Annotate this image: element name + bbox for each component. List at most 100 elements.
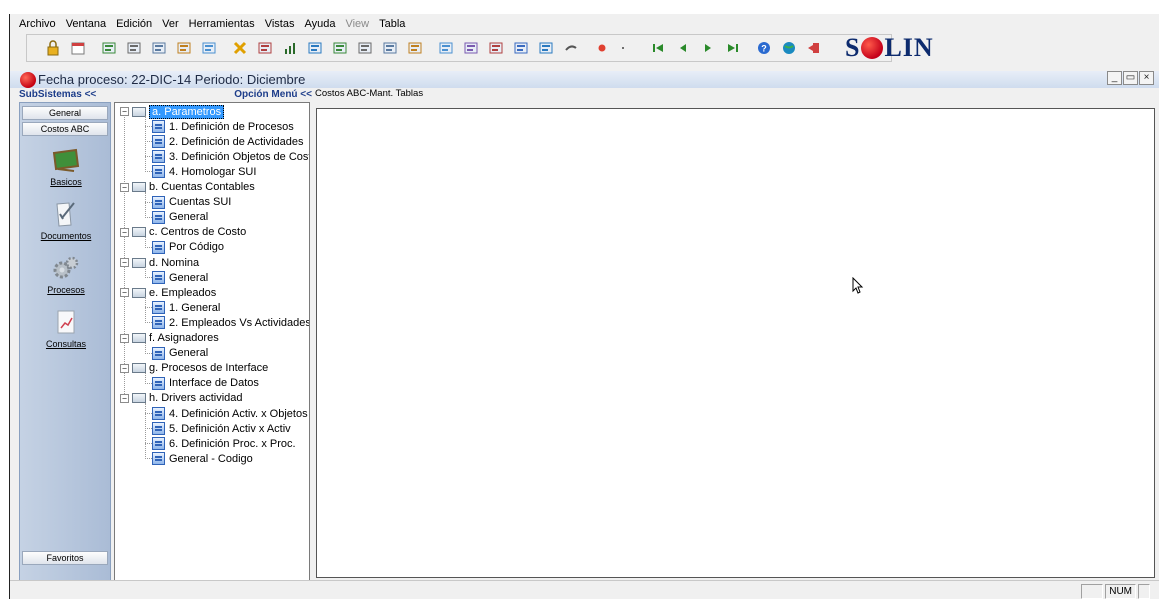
refresh-icon[interactable] <box>101 40 117 56</box>
tree-connector <box>145 322 152 324</box>
tree-leaf[interactable]: Por Código <box>152 240 224 255</box>
sidebar-button-costos-abc[interactable]: Costos ABC <box>22 122 108 136</box>
mouse-cursor-icon <box>852 277 864 294</box>
tree-group[interactable]: − a. Parametros <box>120 104 225 119</box>
save-as-icon[interactable] <box>151 40 167 56</box>
sidebar-item-documentos[interactable]: Documentos <box>20 201 112 241</box>
find-icon[interactable] <box>538 40 554 56</box>
menu-edici-n[interactable]: Edición <box>116 18 152 30</box>
minimize-button[interactable]: _ <box>1107 71 1122 85</box>
sidebar-button-general[interactable]: General <box>22 106 108 120</box>
collapse-toggle-icon[interactable]: − <box>120 107 129 116</box>
sidebar-item-label: Documentos <box>40 231 92 241</box>
tree-group[interactable]: − d. Nomina <box>120 255 199 270</box>
help-icon[interactable]: ? <box>756 40 772 56</box>
list-icon[interactable] <box>201 40 217 56</box>
collapse-toggle-icon[interactable]: − <box>120 182 129 192</box>
tree-group-label: d. Nomina <box>149 256 200 269</box>
next-icon[interactable] <box>700 40 716 56</box>
tree-group[interactable]: − g. Procesos de Interface <box>120 361 268 376</box>
restore-button[interactable]: ▭ <box>1123 71 1138 85</box>
exit-icon[interactable] <box>806 40 822 56</box>
subsistemas-toggle[interactable]: SubSistemas << <box>19 89 96 100</box>
tree-leaf[interactable]: 1. Definición de Procesos <box>152 119 294 134</box>
tree-connector <box>145 171 152 173</box>
collapse-toggle-icon[interactable]: − <box>120 258 129 267</box>
close-button[interactable]: × <box>1139 71 1154 85</box>
tree-leaf[interactable]: Cuentas SUI <box>152 195 231 210</box>
collapse-toggle-icon[interactable]: − <box>120 288 129 298</box>
folder-icon <box>132 106 146 117</box>
tree-leaf[interactable]: 2. Definición de Actividades <box>152 134 304 149</box>
form-icon <box>152 316 165 330</box>
link-icon[interactable] <box>563 40 579 56</box>
new-icon[interactable] <box>463 40 479 56</box>
menu-archivo[interactable]: Archivo <box>19 18 56 30</box>
tree-leaf-label: 2. Definición de Actividades <box>169 135 304 148</box>
tree-connector <box>145 116 146 173</box>
tree-leaf[interactable]: General - Codigo <box>152 451 253 466</box>
tree-leaf[interactable]: 4. Definición Activ. x Objetos <box>152 406 308 421</box>
tree-leaf[interactable]: 5. Definición Activ x Activ <box>152 421 291 436</box>
tree-leaf[interactable]: 2. Empleados Vs Actividades <box>152 315 309 330</box>
preview-icon[interactable] <box>438 40 454 56</box>
tree-group[interactable]: − f. Asignadores <box>120 331 219 346</box>
globe-icon[interactable] <box>781 40 797 56</box>
tree-group[interactable]: − h. Drivers actividad <box>120 391 243 406</box>
folder-icon <box>132 393 146 404</box>
lock-icon[interactable] <box>45 40 61 56</box>
tree-leaf[interactable]: Interface de Datos <box>152 376 259 391</box>
window-controls: _ ▭ × <box>1106 71 1154 85</box>
record-icon[interactable] <box>594 40 610 56</box>
collapse-toggle-icon[interactable]: − <box>120 227 129 237</box>
opcion-menu-toggle[interactable]: Opción Menú << <box>234 89 312 100</box>
tree-group[interactable]: − b. Cuentas Contables <box>120 180 255 195</box>
menu-ventana[interactable]: Ventana <box>66 18 106 30</box>
tree-connector <box>145 141 152 143</box>
prev-icon[interactable] <box>675 40 691 56</box>
collapse-toggle-icon[interactable]: − <box>120 393 129 403</box>
calendar-icon[interactable] <box>70 40 86 56</box>
menu-view[interactable]: View <box>345 18 369 30</box>
collapse-toggle-icon[interactable]: − <box>120 333 129 343</box>
main-content-area[interactable] <box>316 108 1155 578</box>
form-icon[interactable] <box>257 40 273 56</box>
tree-leaf[interactable]: 1. General <box>152 300 220 315</box>
excel-icon[interactable] <box>407 40 423 56</box>
save-close-icon[interactable] <box>176 40 192 56</box>
tree-group[interactable]: − e. Empleados <box>120 285 216 300</box>
form-icon <box>152 346 165 360</box>
sidebar-item-basicos[interactable]: Basicos <box>20 147 112 187</box>
sidebar-item-consultas[interactable]: Consultas <box>20 309 112 349</box>
copy-icon[interactable] <box>332 40 348 56</box>
num-lock-indicator: NUM <box>1105 584 1136 599</box>
menu-herramientas[interactable]: Herramientas <box>189 18 255 30</box>
tree-leaf-label: General <box>169 211 209 224</box>
tree-leaf[interactable]: General <box>152 346 208 361</box>
tree-group[interactable]: − c. Centros de Costo <box>120 225 246 240</box>
tree-leaf[interactable]: General <box>152 270 208 285</box>
dropdown-icon[interactable] <box>619 40 635 56</box>
collapse-toggle-icon[interactable]: − <box>120 363 129 373</box>
tree-leaf[interactable]: General <box>152 210 208 225</box>
export-icon[interactable] <box>382 40 398 56</box>
delete-icon[interactable] <box>232 40 248 56</box>
print-icon[interactable] <box>307 40 323 56</box>
mail-icon[interactable] <box>357 40 373 56</box>
menu-tabla[interactable]: Tabla <box>379 18 405 30</box>
tree-leaf[interactable]: 3. Definición Objetos de Costo <box>152 149 309 164</box>
edit-icon[interactable] <box>488 40 504 56</box>
menu-ayuda[interactable]: Ayuda <box>304 18 335 30</box>
menu-ver[interactable]: Ver <box>162 18 179 30</box>
tree-leaf[interactable]: 4. Homologar SUI <box>152 164 256 179</box>
tree-leaf[interactable]: 6. Definición Proc. x Proc. <box>152 436 296 451</box>
sidebar-item-procesos[interactable]: Procesos <box>20 255 112 295</box>
menu-vistas[interactable]: Vistas <box>265 18 295 30</box>
remove-icon[interactable] <box>513 40 529 56</box>
sidebar-button-favoritos[interactable]: Favoritos <box>22 551 108 565</box>
chart-icon[interactable] <box>282 40 298 56</box>
last-icon[interactable] <box>725 40 741 56</box>
first-icon[interactable] <box>650 40 666 56</box>
save-icon[interactable] <box>126 40 142 56</box>
tree-leaf-label: Cuentas SUI <box>169 196 232 209</box>
